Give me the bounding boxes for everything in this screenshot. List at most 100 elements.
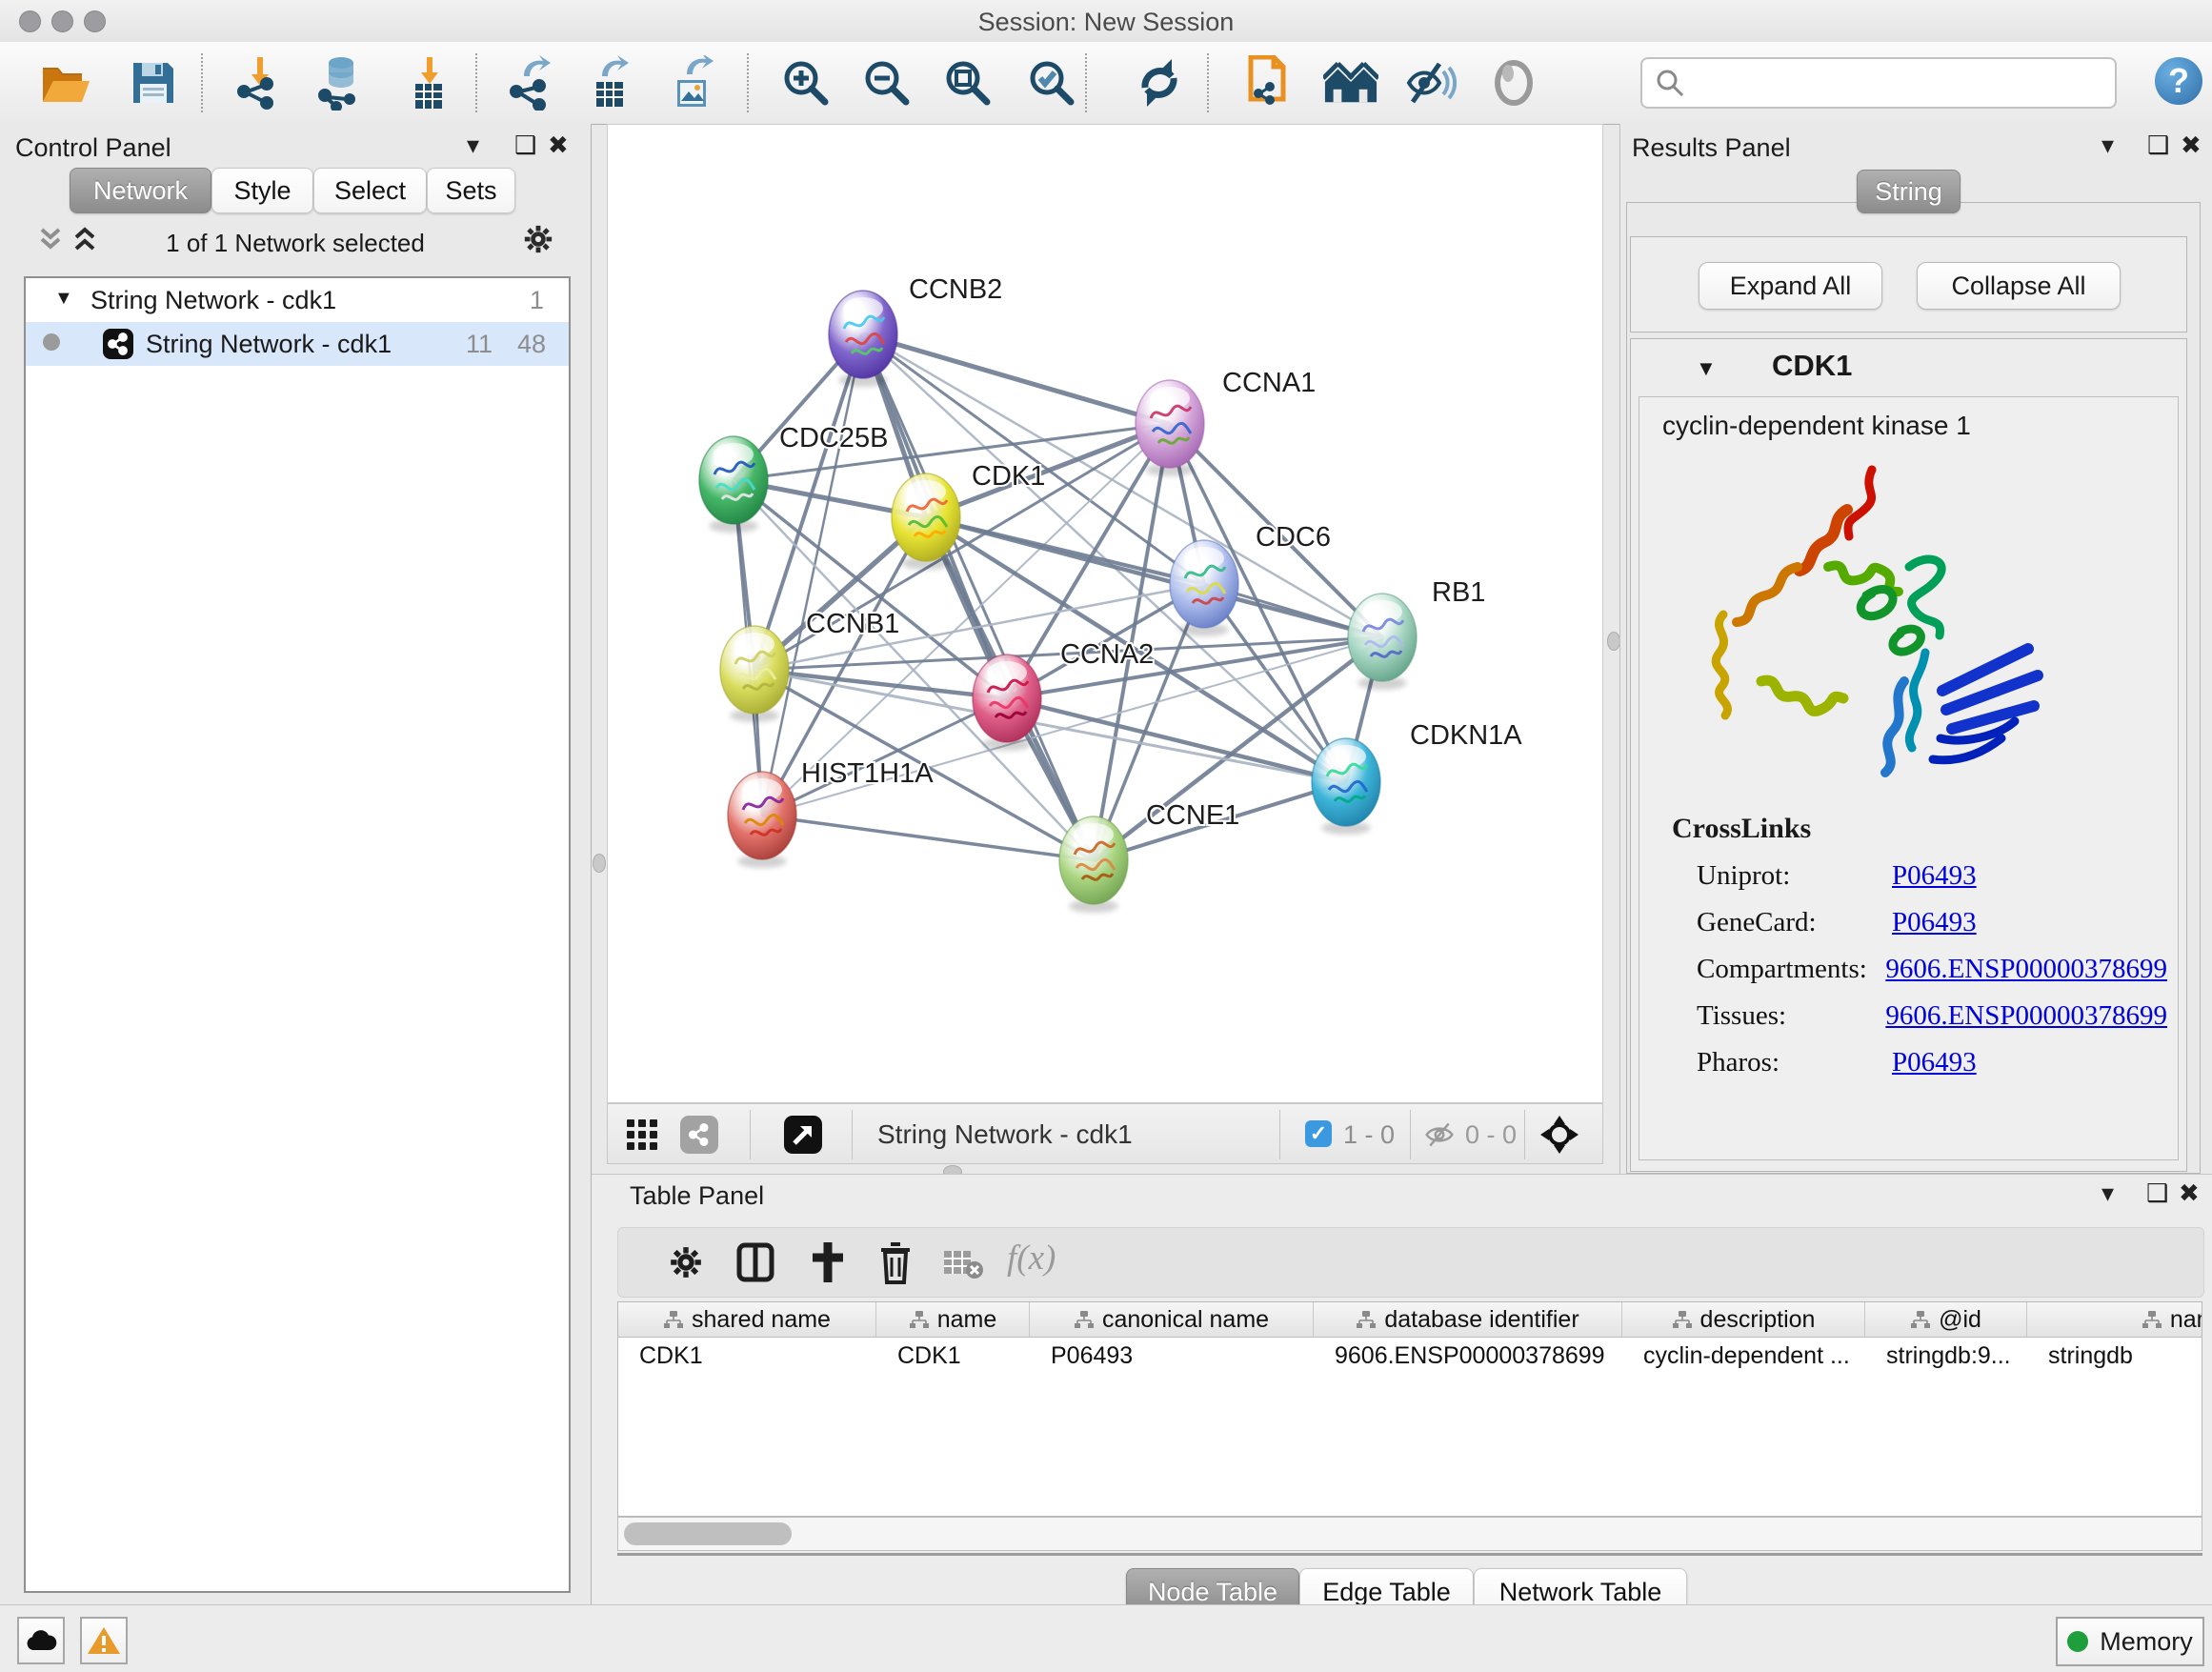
refresh-icon[interactable]	[1132, 53, 1187, 112]
column-header-namespace[interactable]: namespace	[2027, 1302, 2202, 1337]
column-header-shared-name[interactable]: shared name	[618, 1302, 876, 1337]
memory-button[interactable]: Memory	[2056, 1617, 2204, 1666]
crosslink-value-link[interactable]: P06493	[1892, 1047, 1977, 1078]
crosslinks-section: CrossLinks Uniprot:P06493GeneCard:P06493…	[1672, 813, 2167, 1094]
network-graph[interactable]: CCNB2CCNA1CDC25BCDK1CDC6RB1CCNB1CCNA2CDK…	[608, 125, 1602, 1102]
crosslink-value-link[interactable]: 9606.ENSP00000378699	[1885, 1000, 2167, 1032]
cloud-status-button[interactable]	[17, 1617, 65, 1664]
tab-string[interactable]: String	[1857, 170, 1961, 213]
share-document-icon[interactable]	[1240, 53, 1296, 112]
column-header-description[interactable]: description	[1622, 1302, 1865, 1337]
tab-sets[interactable]: Sets	[427, 168, 515, 213]
collection-label: String Network - cdk1	[90, 286, 336, 315]
edge-CCNB2-HIST1H1A[interactable]	[762, 334, 863, 816]
table-cell[interactable]: P06493	[1030, 1338, 1314, 1374]
tab-style[interactable]: Style	[211, 168, 313, 213]
search-input[interactable]	[1686, 63, 2115, 103]
show-columns-icon[interactable]	[736, 1242, 774, 1282]
network-row-selected[interactable]: String Network - cdk1 11 48	[26, 322, 569, 366]
network-canvas[interactable]: CCNB2CCNA1CDC25BCDK1CDC6RB1CCNB1CCNA2CDK…	[607, 124, 1603, 1103]
add-column-icon[interactable]	[809, 1240, 847, 1284]
node-CDC25B[interactable]	[699, 436, 768, 533]
expand-all-button[interactable]: Expand All	[1699, 262, 1882, 310]
node-CDKN1A[interactable]	[1312, 738, 1380, 835]
node-CCNB1[interactable]	[720, 626, 789, 722]
node-RB1[interactable]	[1348, 594, 1417, 690]
network-collection-row[interactable]: ▼ String Network - cdk1 1	[26, 278, 569, 322]
edge-HIST1H1A-CCNE1[interactable]	[762, 816, 1094, 860]
panel-maximize-icon[interactable]: ❑	[2146, 1179, 2168, 1208]
column-header--id[interactable]: @id	[1865, 1302, 2027, 1337]
hide-selected-eye-icon[interactable]	[1402, 53, 1458, 112]
panel-close-icon[interactable]: ✖	[2179, 1179, 2200, 1208]
table-cell[interactable]: stringdb:9...	[1865, 1338, 2027, 1374]
delete-table-icon[interactable]	[942, 1249, 984, 1279]
zoom-fit-icon[interactable]	[940, 53, 995, 112]
table-options-gear-icon[interactable]	[668, 1244, 704, 1280]
edge-CCNA2-HIST1H1A[interactable]	[762, 698, 1007, 816]
share-view-icon[interactable]	[680, 1116, 718, 1154]
first-neighbors-icon[interactable]	[1323, 53, 1378, 112]
splitter-handle[interactable]	[593, 854, 606, 873]
table-horizontal-scrollbar[interactable]	[617, 1517, 2202, 1551]
export-network-icon[interactable]	[505, 53, 560, 112]
panel-close-icon[interactable]: ✖	[2181, 131, 2202, 160]
open-folder-icon[interactable]	[38, 53, 93, 112]
zoom-out-icon[interactable]	[859, 53, 915, 112]
warning-status-button[interactable]	[80, 1617, 128, 1664]
collapse-all-button[interactable]: Collapse All	[1917, 262, 2121, 310]
panel-maximize-icon[interactable]: ❑	[2147, 131, 2169, 160]
node-label-CCNA2: CCNA2	[1060, 639, 1154, 670]
column-header-database-identifier[interactable]: database identifier	[1314, 1302, 1622, 1337]
edge-CCNB2-CCNA1[interactable]	[863, 334, 1170, 424]
hidden-eye-icon[interactable]	[1423, 1121, 1456, 1148]
zoom-selected-icon[interactable]	[1024, 53, 1079, 112]
birdseye-crosshair-icon[interactable]	[1539, 1115, 1579, 1155]
splitter-handle[interactable]	[1607, 632, 1620, 651]
panel-float-icon[interactable]: ▾	[2101, 131, 2114, 160]
column-type-icon	[2142, 1310, 2162, 1329]
collection-expander-icon[interactable]: ▼	[54, 288, 73, 310]
save-session-icon[interactable]	[126, 53, 181, 112]
node-CCNE1[interactable]	[1059, 816, 1128, 913]
import-database-icon[interactable]	[313, 53, 369, 112]
help-icon[interactable]: ?	[2155, 57, 2202, 105]
edge-CCNA1-CDK1[interactable]	[926, 424, 1170, 517]
network-options-gear-icon[interactable]	[522, 223, 554, 255]
column-header-name[interactable]: name	[876, 1302, 1030, 1337]
tab-network[interactable]: Network	[70, 168, 211, 213]
export-table-icon[interactable]	[583, 53, 638, 112]
toolbar-search[interactable]	[1640, 57, 2117, 109]
open-in-window-icon[interactable]	[784, 1116, 822, 1154]
show-all-eye-icon[interactable]	[1486, 53, 1541, 112]
grid-view-icon[interactable]	[625, 1118, 659, 1152]
memory-label: Memory	[2100, 1627, 2193, 1657]
function-builder-icon[interactable]: f(x)	[1007, 1238, 1056, 1279]
node-CCNB2[interactable]	[829, 291, 897, 387]
import-table-icon[interactable]	[400, 53, 455, 112]
table-row[interactable]: CDK1CDK1P064939606.ENSP00000378699cyclin…	[618, 1338, 2202, 1374]
export-image-icon[interactable]	[666, 53, 721, 112]
panel-float-icon[interactable]: ▾	[2101, 1179, 2114, 1208]
table-cell[interactable]: 9606.ENSP00000378699	[1314, 1338, 1622, 1374]
section-expander-icon[interactable]: ▼	[1696, 356, 1717, 381]
scrollbar-thumb[interactable]	[624, 1522, 792, 1545]
selected-checkbox-icon[interactable]: ✓	[1305, 1120, 1332, 1147]
panel-float-icon[interactable]: ▾	[467, 131, 479, 160]
table-cell[interactable]: cyclin-dependent ...	[1622, 1338, 1865, 1374]
table-cell[interactable]: stringdb	[2027, 1338, 2202, 1374]
node-CDC6[interactable]	[1170, 540, 1238, 636]
node-HIST1H1A[interactable]	[728, 772, 796, 868]
tab-select[interactable]: Select	[313, 168, 427, 213]
column-header-canonical-name[interactable]: canonical name	[1030, 1302, 1314, 1337]
import-network-icon[interactable]	[232, 53, 288, 112]
table-cell[interactable]: CDK1	[618, 1338, 876, 1374]
zoom-in-icon[interactable]	[778, 53, 834, 112]
crosslink-value-link[interactable]: P06493	[1892, 860, 1977, 892]
table-cell[interactable]: CDK1	[876, 1338, 1030, 1374]
panel-maximize-icon[interactable]: ❑	[514, 131, 536, 160]
delete-column-trash-icon[interactable]	[877, 1240, 914, 1284]
panel-close-icon[interactable]: ✖	[548, 131, 569, 160]
crosslink-value-link[interactable]: 9606.ENSP00000378699	[1885, 954, 2167, 985]
crosslink-value-link[interactable]: P06493	[1892, 907, 1977, 938]
